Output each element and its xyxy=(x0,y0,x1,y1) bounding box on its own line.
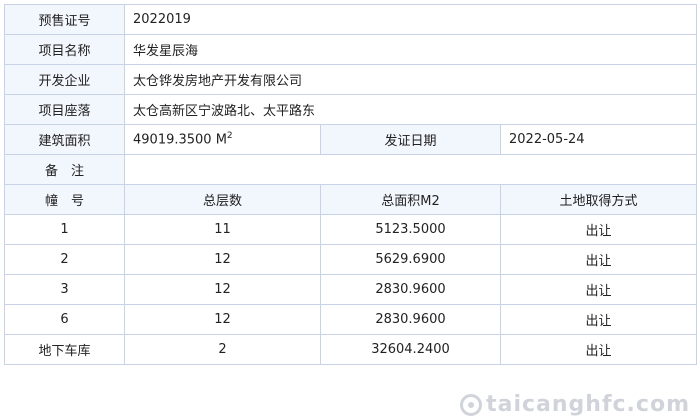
floors-cell: 11 xyxy=(124,214,321,245)
building-number-cell: 地下车库 xyxy=(4,334,125,365)
area-cell: 5629.6900 xyxy=(320,244,501,275)
area-unit-superscript: 2 xyxy=(226,131,233,142)
issue-date-label: 发证日期 xyxy=(320,124,501,155)
location-value: 太仓高新区宁波路北、太平路东 xyxy=(124,94,697,125)
developer-label: 开发企业 xyxy=(4,64,125,95)
header-building-number: 幢 号 xyxy=(4,184,125,215)
remark-value xyxy=(124,154,697,185)
building-number-cell: 2 xyxy=(4,244,125,275)
table-row: 3 12 2830.9600 出让 xyxy=(4,274,697,305)
land-method-cell: 出让 xyxy=(500,244,697,275)
presale-number-label: 预售证号 xyxy=(4,4,125,35)
header-total-area: 总面积M2 xyxy=(320,184,501,215)
building-number-cell: 1 xyxy=(4,214,125,245)
project-name-value: 华发星辰海 xyxy=(124,34,697,65)
location-label: 项目座落 xyxy=(4,94,125,125)
land-method-cell: 出让 xyxy=(500,274,697,305)
building-area-number: 49019.3500 M xyxy=(133,132,227,148)
table-row: 6 12 2830.9600 出让 xyxy=(4,304,697,335)
floors-cell: 12 xyxy=(124,244,321,275)
header-total-floors: 总层数 xyxy=(124,184,321,215)
land-method-cell: 出让 xyxy=(500,334,697,365)
presale-info-table: 预售证号 2022019 项目名称 华发星辰海 开发企业 太仓铧发房地产开发有限… xyxy=(4,4,697,365)
site-watermark: taicanghfc.com xyxy=(460,392,690,417)
building-number-cell: 6 xyxy=(4,304,125,335)
issue-date-value: 2022-05-24 xyxy=(500,124,697,155)
area-cell: 5123.5000 xyxy=(320,214,501,245)
table-row: 2 12 5629.6900 出让 xyxy=(4,244,697,275)
building-area-value: 49019.3500 M2 xyxy=(124,124,321,155)
watermark-text: taicanghfc.com xyxy=(486,392,690,417)
table-row: 地下车库 2 32604.2400 出让 xyxy=(4,334,697,365)
buildings-header-row: 幢 号 总层数 总面积M2 土地取得方式 xyxy=(4,184,697,215)
floors-cell: 12 xyxy=(124,274,321,305)
project-name-label: 项目名称 xyxy=(4,34,125,65)
developer-value: 太仓铧发房地产开发有限公司 xyxy=(124,64,697,95)
area-cell: 2830.9600 xyxy=(320,274,501,305)
watermark-logo-icon xyxy=(460,393,483,416)
land-method-cell: 出让 xyxy=(500,214,697,245)
building-area-label: 建筑面积 xyxy=(4,124,125,155)
floors-cell: 2 xyxy=(124,334,321,365)
area-cell: 32604.2400 xyxy=(320,334,501,365)
remark-label: 备 注 xyxy=(4,154,125,185)
land-method-cell: 出让 xyxy=(500,304,697,335)
floors-cell: 12 xyxy=(124,304,321,335)
presale-number-value: 2022019 xyxy=(124,4,697,35)
header-land-acquisition: 土地取得方式 xyxy=(500,184,697,215)
area-cell: 2830.9600 xyxy=(320,304,501,335)
table-row: 1 11 5123.5000 出让 xyxy=(4,214,697,245)
building-number-cell: 3 xyxy=(4,274,125,305)
